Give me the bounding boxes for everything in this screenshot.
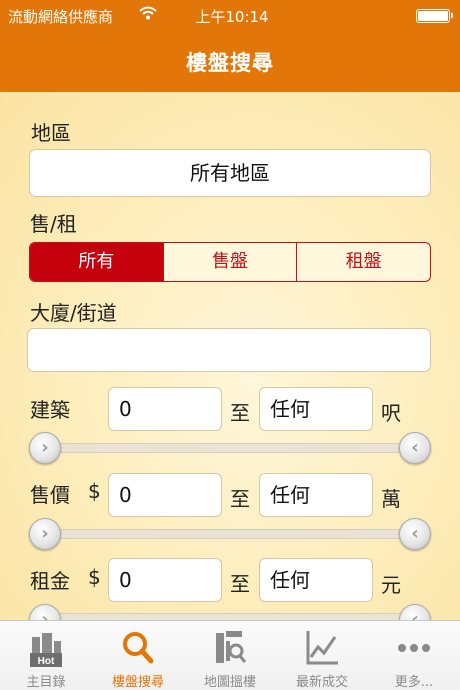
price-max-slider-knob[interactable]: ‹ <box>399 518 431 550</box>
status-bar: 流動網絡供應商 上午10:14 <box>0 0 460 30</box>
hot-buildings-icon: Hot <box>26 629 66 667</box>
more-icon <box>394 629 434 667</box>
search-icon <box>118 629 158 667</box>
wifi-icon <box>138 5 158 25</box>
region-selector[interactable]: 所有地區 <box>29 149 431 197</box>
building-street-input[interactable] <box>27 328 431 372</box>
region-label: 地區 <box>31 121 71 145</box>
rent-min-input[interactable]: 0 <box>108 558 222 602</box>
area-max-input[interactable]: 任何 <box>259 387 373 431</box>
sale-rent-label: 售/租 <box>30 212 77 236</box>
price-min-slider-knob[interactable]: › <box>29 518 61 550</box>
tab-map-search-label: 地圖搵樓 <box>203 675 256 690</box>
rent-max-input[interactable]: 任何 <box>259 558 373 602</box>
tab-home[interactable]: Hot 主目錄 <box>0 621 92 690</box>
battery-icon <box>416 9 453 23</box>
rent-max-slider-knob[interactable]: ‹ <box>399 604 431 620</box>
rent-label: 租金 <box>30 569 70 593</box>
tab-property-search-label: 樓盤搜尋 <box>111 675 164 690</box>
price-min-input[interactable]: 0 <box>108 473 222 517</box>
page-title: 樓盤搜尋 <box>186 51 274 75</box>
area-slider-track[interactable] <box>44 443 418 453</box>
search-form: 地區 所有地區 售/租 所有 售盤 租盤 大廈/街道 建築 0 至 任何 呎 ›… <box>0 92 460 620</box>
sale-rent-segmented-control: 所有 售盤 租盤 <box>29 242 431 282</box>
navigation-bar: 樓盤搜尋 <box>0 30 460 92</box>
rent-slider-track[interactable] <box>44 613 418 620</box>
rent-currency: $ <box>88 565 101 589</box>
price-max-input[interactable]: 任何 <box>259 473 373 517</box>
price-slider-track[interactable] <box>44 529 418 539</box>
area-min-input[interactable]: 0 <box>108 387 222 431</box>
status-time: 上午10:14 <box>195 8 269 26</box>
tab-latest-transactions[interactable]: 最新成交 <box>276 621 368 690</box>
tab-property-search[interactable]: 樓盤搜尋 <box>92 621 184 690</box>
area-unit-label: 呎 <box>381 401 401 425</box>
line-chart-icon <box>302 629 342 667</box>
tab-home-label: 主目錄 <box>26 675 66 690</box>
map-search-icon <box>210 629 250 667</box>
rent-to-label: 至 <box>230 572 250 596</box>
price-unit-label: 萬 <box>381 487 401 511</box>
segment-rent[interactable]: 租盤 <box>297 243 430 281</box>
tab-bar: Hot 主目錄 樓盤搜尋 地圖搵樓 最新成交 更多... <box>0 620 460 690</box>
area-min-slider-knob[interactable]: › <box>29 432 61 464</box>
price-to-label: 至 <box>230 487 250 511</box>
carrier-name: 流動網絡供應商 <box>8 8 114 26</box>
rent-min-slider-knob[interactable]: › <box>29 604 61 620</box>
rent-unit-label: 元 <box>381 573 401 597</box>
area-to-label: 至 <box>230 401 250 425</box>
area-label: 建築 <box>30 398 70 422</box>
tab-more-label: 更多... <box>394 675 434 690</box>
svg-text:Hot: Hot <box>38 656 55 667</box>
tab-latest-transactions-label: 最新成交 <box>295 675 348 690</box>
segment-sale[interactable]: 售盤 <box>164 243 298 281</box>
tab-more[interactable]: 更多... <box>368 621 460 690</box>
price-currency: $ <box>88 479 101 503</box>
price-label: 售價 <box>30 483 70 507</box>
building-street-label: 大廈/街道 <box>30 301 117 325</box>
tab-map-search[interactable]: 地圖搵樓 <box>184 621 276 690</box>
segment-all[interactable]: 所有 <box>30 243 164 281</box>
area-max-slider-knob[interactable]: ‹ <box>399 432 431 464</box>
